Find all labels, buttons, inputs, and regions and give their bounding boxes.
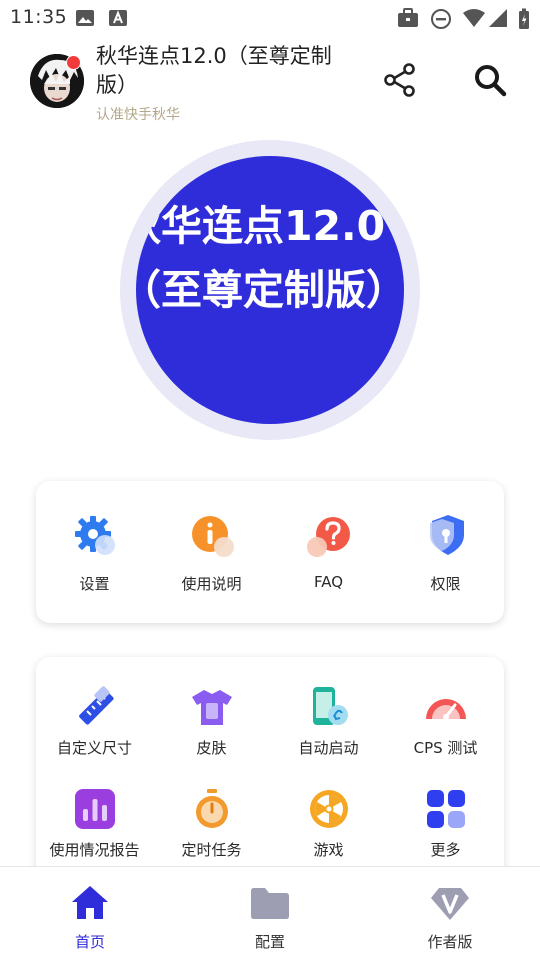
tool-label-cps-test: CPS 测试 [413,739,478,757]
tool-label-usage-report: 使用情况报告 [49,841,140,859]
app-subtitle: 认准快手秋华 [96,107,180,123]
tshirt-icon [190,685,234,729]
app-header: 秋华连点12.0（至尊定制版） 认准快手秋华 [0,36,540,128]
notification-dot [66,55,81,70]
image-icon [75,8,95,32]
tool-label-scheduled-task: 定时任务 [181,841,242,859]
share-icon [380,63,420,104]
tool-item-cps-test[interactable]: CPS 测试 [387,657,504,767]
menu-item-instructions[interactable]: 使用说明 [153,481,270,623]
tools-card: 自定义尺寸 皮肤 自动启动 CPS 测试 使用情况报告 定时任务 游戏 更多 [36,657,504,887]
bottom-navigation: 首页 配置 作者版 [0,866,540,960]
status-bar: 11:35 [0,0,540,36]
info-icon [190,513,234,557]
grid-icon [424,787,468,831]
menu-label-faq: FAQ [313,573,344,591]
menu-label-settings: 设置 [79,575,110,593]
tool-item-auto-start[interactable]: 自动启动 [270,657,387,767]
tool-label-game: 游戏 [313,841,344,859]
diamond-icon [430,883,470,923]
bar-chart-icon [73,787,117,831]
menu-item-permissions[interactable]: 权限 [387,481,504,623]
search-button[interactable] [470,60,510,100]
briefcase-icon [397,8,419,32]
nav-item-config[interactable]: 配置 [180,867,360,960]
search-icon [470,65,510,104]
gear-icon [73,513,117,557]
wifi-icon [462,8,486,32]
tool-label-skin: 皮肤 [196,739,227,757]
shield-icon [424,513,468,557]
tool-label-more: 更多 [430,841,461,859]
speedometer-icon [424,685,468,729]
phone-icon [307,685,351,729]
tool-item-custom-size[interactable]: 自定义尺寸 [36,657,153,767]
wheel-icon [307,787,351,831]
menu-label-permissions: 权限 [430,575,461,593]
font-icon [108,8,128,32]
nav-item-author-edition[interactable]: 作者版 [360,867,540,960]
nav-label-home: 首页 [74,933,105,951]
tool-item-game[interactable]: 游戏 [270,767,387,877]
question-icon [307,513,351,557]
app-title: 秋华连点12.0（至尊定制版） [96,44,332,97]
folder-icon [250,883,290,923]
tool-item-more[interactable]: 更多 [387,767,504,877]
ruler-icon [73,685,117,729]
menu-item-settings[interactable]: 设置 [36,481,153,623]
menu-item-faq[interactable]: FAQ [270,481,387,623]
nav-item-home[interactable]: 首页 [0,867,180,960]
status-time: 11:35 [10,6,68,28]
tool-item-skin[interactable]: 皮肤 [153,657,270,767]
tool-label-auto-start: 自动启动 [298,739,359,757]
tool-label-custom-size: 自定义尺寸 [56,739,132,757]
tool-item-usage-report[interactable]: 使用情况报告 [36,767,153,877]
battery-icon [518,8,530,34]
start-button-label: 秋华连点12.0（至尊定制版） [136,202,404,314]
dnd-icon [430,8,452,34]
tool-item-scheduled-task[interactable]: 定时任务 [153,767,270,877]
timer-icon [190,787,234,831]
home-icon [70,883,110,923]
signal-icon [488,8,508,32]
start-button[interactable]: 秋华连点12.0（至尊定制版） [136,156,404,424]
nav-label-author-edition: 作者版 [427,933,473,951]
nav-label-config: 配置 [254,933,285,951]
menu-label-instructions: 使用说明 [181,575,242,593]
main-menu-card: 设置 使用说明 FAQ 权限 [36,481,504,623]
share-button[interactable] [380,60,420,100]
